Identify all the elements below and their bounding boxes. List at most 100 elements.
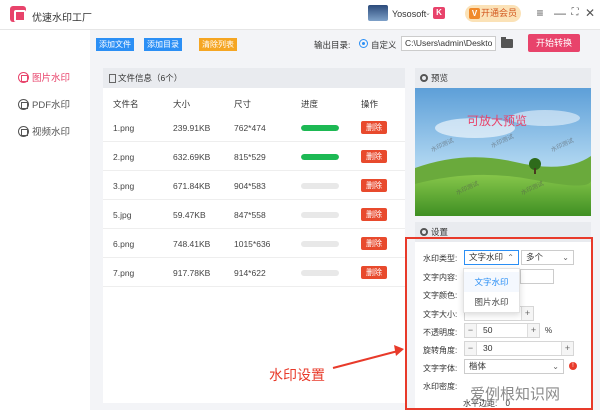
- site-watermark: 爱例根知识网: [470, 385, 561, 403]
- preview-panel: 预览 可放大预览 水印测试 水印测试 水印测试 水印测试 水印测试: [415, 68, 591, 216]
- file-dimensions: 815*529: [234, 152, 266, 162]
- density-label: 水印密度:: [423, 382, 458, 391]
- file-count-label: 文件信息（6个）: [118, 73, 183, 83]
- table-row[interactable]: 3.png 671.84KB 904*583 删除: [103, 172, 405, 200]
- font-label: 文字字体:: [423, 364, 458, 373]
- annotation-label: 水印设置: [269, 368, 325, 384]
- file-dimensions: 904*583: [234, 181, 266, 191]
- chevron-down-icon[interactable]: ⌄: [425, 9, 431, 17]
- add-directory-button[interactable]: 添加目录: [144, 38, 182, 51]
- file-size: 748.41KB: [173, 239, 211, 249]
- clear-list-button[interactable]: 清除列表: [199, 38, 237, 51]
- start-convert-button[interactable]: 开始转换: [528, 34, 580, 52]
- preview-header: 预览: [415, 68, 591, 88]
- delete-button[interactable]: 删除: [361, 150, 387, 163]
- file-size: 632.69KB: [173, 152, 211, 162]
- chevron-down-icon: ⌄: [552, 362, 559, 371]
- increment-button[interactable]: +: [521, 307, 533, 320]
- text-content-label: 文字内容:: [423, 273, 458, 282]
- document-icon: [109, 74, 116, 83]
- text-content-input[interactable]: [520, 269, 554, 284]
- file-name: 7.png: [113, 268, 135, 278]
- progress-fill: [301, 154, 339, 160]
- vip-button[interactable]: V 开通会员: [465, 5, 521, 22]
- maximize-icon[interactable]: ⛶: [568, 6, 582, 20]
- rotation-value[interactable]: 30: [483, 343, 492, 353]
- text-size-label: 文字大小:: [423, 310, 458, 319]
- gear-icon: [420, 74, 428, 82]
- column-header-dim: 尺寸: [234, 99, 252, 109]
- opacity-stepper[interactable]: − 50 +: [464, 323, 540, 338]
- delete-button[interactable]: 删除: [361, 179, 387, 192]
- table-row[interactable]: 1.png 239.91KB 762*474 删除: [103, 114, 405, 142]
- table-row[interactable]: 7.png 917.78KB 914*622 删除: [103, 259, 405, 287]
- file-dimensions: 1015*636: [234, 239, 271, 249]
- progress-bar: [301, 270, 339, 276]
- decrement-button[interactable]: −: [465, 324, 477, 337]
- minimize-icon[interactable]: —: [553, 6, 567, 20]
- pdf-watermark-icon: [18, 99, 29, 110]
- preview-image[interactable]: 可放大预览 水印测试 水印测试 水印测试 水印测试 水印测试: [415, 88, 591, 216]
- font-value: 楷体: [469, 361, 487, 371]
- gear-icon: [420, 228, 428, 236]
- sidebar-item-video-watermark[interactable]: 视频水印: [18, 124, 70, 138]
- menu-icon[interactable]: ≡: [533, 6, 547, 20]
- table-row[interactable]: 6.png 748.41KB 1015*636 删除: [103, 230, 405, 258]
- sidebar-item-image-watermark[interactable]: 图片水印: [18, 70, 70, 84]
- file-name: 1.png: [113, 123, 135, 133]
- video-watermark-icon: [18, 126, 29, 137]
- close-icon[interactable]: ✕: [583, 6, 597, 20]
- user-name[interactable]: Yososoft: [392, 9, 426, 19]
- folder-icon[interactable]: [501, 37, 513, 48]
- sidebar-item-label: 图片水印: [32, 73, 71, 84]
- toolbar: 添加文件 添加目录 清除列表 输出目录: 自定义 C:\Users\admin\…: [90, 30, 600, 60]
- sidebar-item-label: PDF水印: [32, 100, 71, 111]
- vip-icon: V: [469, 8, 480, 19]
- watermark-type-dropdown: 文字水印 图片水印: [463, 268, 520, 313]
- rotation-stepper[interactable]: − 30 +: [464, 341, 574, 356]
- dropdown-option-image-watermark[interactable]: 图片水印: [464, 292, 519, 312]
- font-select[interactable]: 楷体 ⌄: [464, 359, 564, 374]
- settings-title: 设置: [431, 227, 449, 237]
- watermark-count-value: 多个: [526, 252, 544, 262]
- output-path-input[interactable]: C:\Users\admin\Deskto: [401, 36, 496, 51]
- delete-button[interactable]: 删除: [361, 237, 387, 250]
- file-size: 239.91KB: [173, 123, 211, 133]
- progress-bar: [301, 183, 339, 189]
- decrement-button[interactable]: −: [465, 342, 477, 355]
- custom-radio-label[interactable]: 自定义: [371, 39, 397, 51]
- table-row[interactable]: 5.jpg 59.47KB 847*558 删除: [103, 201, 405, 229]
- delete-button[interactable]: 删除: [361, 121, 387, 134]
- watermark-type-select[interactable]: 文字水印 ⌃: [464, 250, 519, 265]
- progress-bar: [301, 154, 339, 160]
- column-header-action: 操作: [361, 99, 379, 109]
- opacity-value[interactable]: 50: [483, 325, 492, 335]
- progress-bar: [301, 212, 339, 218]
- title-bar: 优速水印工厂 Yososoft ⌄ K V 开通会员 ≡ — ⛶ ✕: [0, 0, 600, 30]
- file-list-header: 文件信息（6个）: [103, 68, 405, 88]
- vip-button-label: 开通会员: [481, 8, 518, 18]
- increment-button[interactable]: +: [527, 324, 539, 337]
- opacity-label: 不透明度:: [423, 328, 458, 337]
- custom-radio[interactable]: [359, 39, 368, 48]
- file-size: 917.78KB: [173, 268, 211, 278]
- watermark-type-label: 水印类型:: [423, 254, 458, 263]
- watermark-count-select[interactable]: 多个 ⌄: [521, 250, 574, 265]
- delete-button[interactable]: 删除: [361, 208, 387, 221]
- delete-button[interactable]: 删除: [361, 266, 387, 279]
- dropdown-option-text-watermark[interactable]: 文字水印: [464, 272, 519, 292]
- landscape-image: [415, 88, 591, 216]
- sidebar: [0, 30, 90, 410]
- user-badge-icon: K: [433, 7, 445, 19]
- increment-button[interactable]: +: [561, 342, 573, 355]
- progress-fill: [301, 125, 339, 131]
- file-dimensions: 847*558: [234, 210, 266, 220]
- sidebar-item-pdf-watermark[interactable]: PDF水印: [18, 97, 70, 111]
- app-logo-icon: [10, 6, 26, 22]
- output-dir-label: 输出目录:: [314, 40, 351, 50]
- table-row[interactable]: 2.png 632.69KB 815*529 删除: [103, 143, 405, 171]
- column-header-name: 文件名: [113, 99, 139, 109]
- user-avatar[interactable]: [368, 5, 388, 21]
- add-file-button[interactable]: 添加文件: [96, 38, 134, 51]
- opacity-unit: %: [545, 326, 553, 335]
